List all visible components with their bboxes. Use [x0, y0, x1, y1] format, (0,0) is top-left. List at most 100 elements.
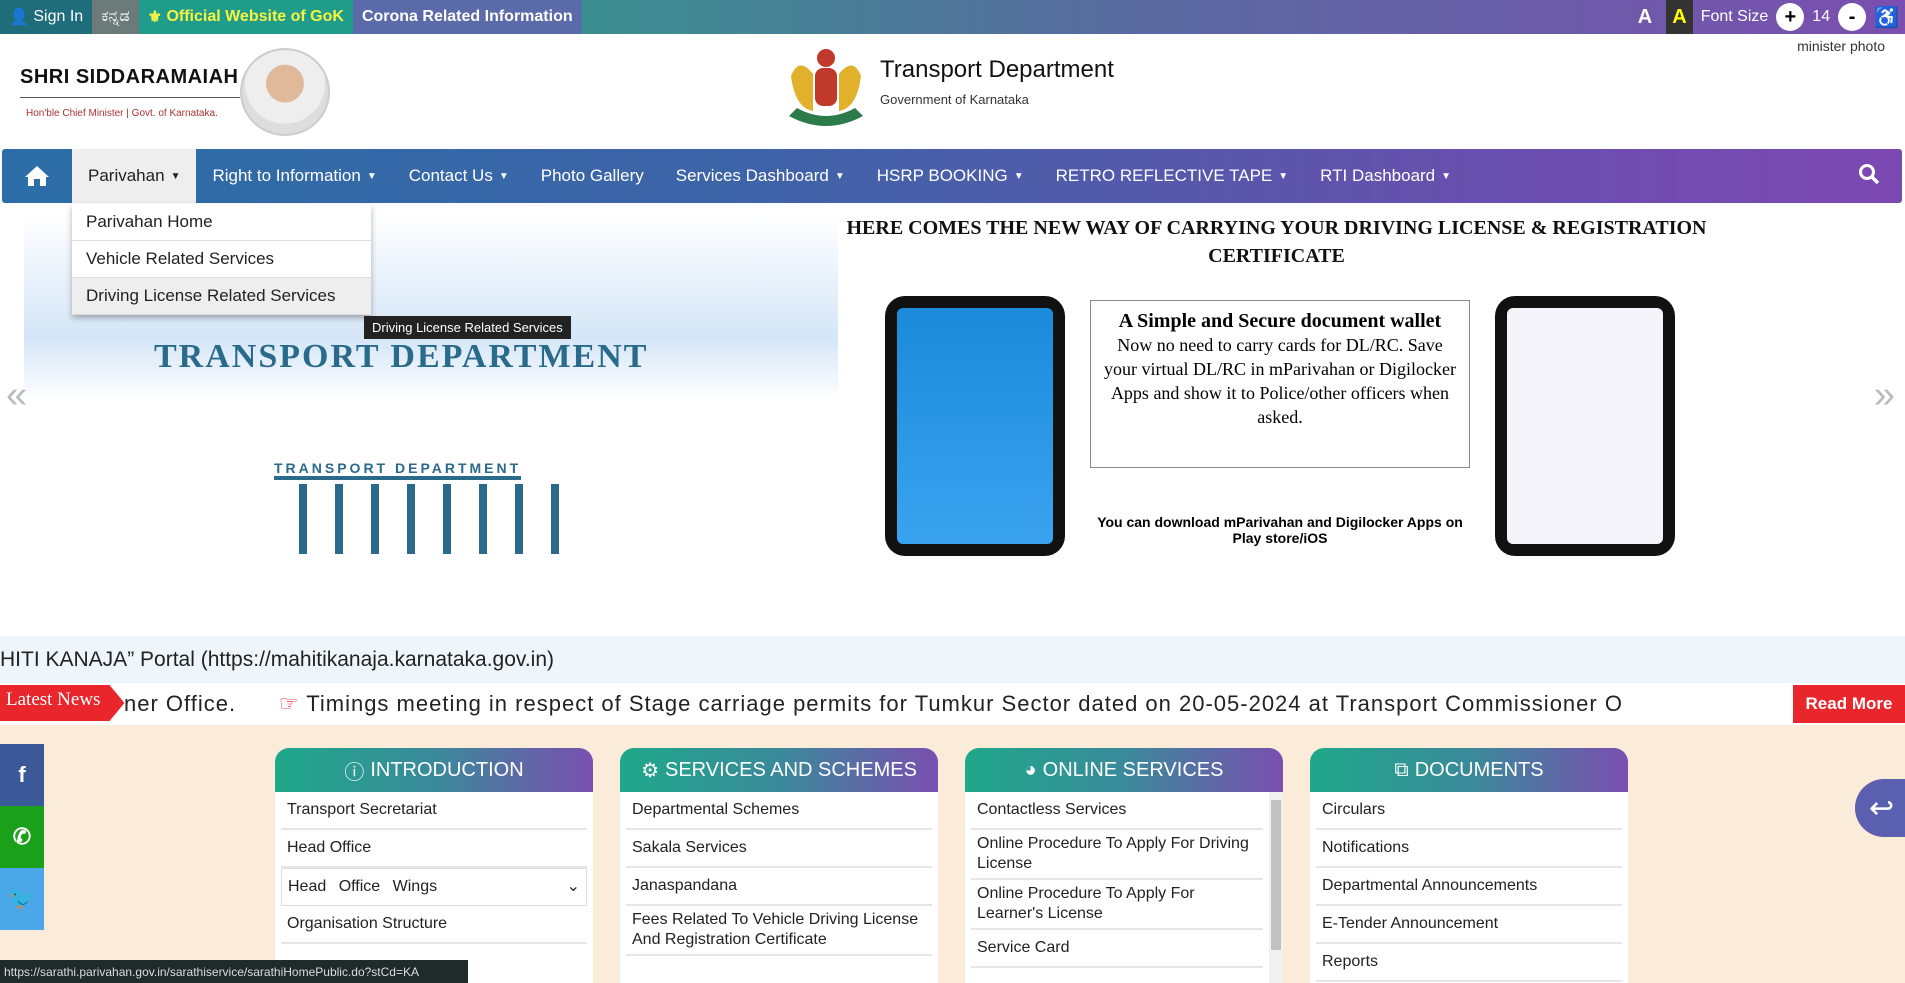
list-item[interactable]: Departmental Announcements — [1316, 868, 1622, 906]
carousel-next-icon[interactable]: » — [1874, 374, 1895, 417]
banner-left-title: TRANSPORT DEPARTMENT — [154, 338, 649, 375]
home-button[interactable] — [2, 165, 72, 187]
caret-down-icon: ▼ — [834, 170, 845, 182]
top-bar: 👤 Sign In ಕನ್ನಡ ⚜ Official Website of Go… — [0, 0, 1905, 34]
head-office-wings-dropdown[interactable]: Head Office Wings ⌄ — [281, 868, 587, 906]
accessibility-icon[interactable]: ♿ — [1874, 5, 1899, 30]
nav-contact-us[interactable]: Contact Us ▼ — [393, 149, 525, 203]
home-icon — [25, 166, 49, 186]
cm-subtitle: Hon'ble Chief Minister | Govt. of Karnat… — [26, 108, 218, 119]
caret-down-icon: ▼ — [366, 170, 377, 182]
chief-minister-block: SHRI SIDDARAMAIAH Hon'ble Chief Minister… — [20, 66, 240, 119]
caret-down-icon: ▼ — [1278, 170, 1289, 182]
back-button[interactable]: ↩ — [1855, 779, 1905, 837]
twitter-icon: 🐦 — [8, 886, 36, 911]
karnataka-emblem-logo — [789, 49, 863, 126]
sign-in-link[interactable]: 👤 Sign In — [0, 0, 93, 34]
news-text[interactable]: ner Office. ☞ Timings meeting in respect… — [124, 691, 1623, 717]
list-item[interactable]: Transport Secretariat — [281, 792, 587, 830]
twitter-share-button[interactable]: 🐦 — [0, 868, 44, 930]
main-nav: Parivahan ▼ Right to Information ▼ Contact… — [2, 149, 1902, 203]
parivahan-dropdown-menu: Parivahan Home Vehicle Related Services … — [72, 204, 371, 315]
read-more-button[interactable]: Read More — [1793, 685, 1905, 723]
cm-photo — [240, 48, 330, 136]
menu-item-parivahan-home[interactable]: Parivahan Home — [72, 204, 371, 241]
list-item[interactable]: Online Procedure To Apply For Learner's … — [971, 880, 1263, 930]
marquee-announcement[interactable]: HITI KANAJA” Portal (https://mahitikanaj… — [0, 636, 1905, 683]
nav-retro-reflective-tape[interactable]: RETRO REFLECTIVE TAPE ▼ — [1040, 149, 1305, 203]
search-button[interactable] — [1858, 163, 1902, 190]
department-title: Transport Department — [880, 56, 1114, 83]
gears-icon: ⚙ — [641, 759, 659, 782]
high-contrast-button[interactable]: A — [1666, 0, 1693, 34]
department-subtitle: Government of Karnataka — [880, 92, 1029, 107]
user-icon: 👤 — [9, 9, 34, 26]
download-text: You can download mParivahan and Digilock… — [1097, 514, 1463, 546]
info-icon: ⓘ — [344, 761, 365, 784]
caret-down-icon: ▼ — [498, 170, 509, 182]
scrollbar-thumb[interactable] — [1271, 800, 1281, 950]
scrollbar[interactable] — [1269, 792, 1283, 983]
documents-icon: ⧉ — [1394, 758, 1409, 781]
tooltip: Driving License Related Services — [364, 316, 571, 339]
kannada-language-link[interactable]: ಕನ್ನಡ — [92, 0, 139, 34]
list-item[interactable]: Organisation Structure — [281, 906, 587, 944]
latest-news-ticker: Latest News ner Office. ☞ Timings meetin… — [0, 683, 1905, 725]
nav-parivahan[interactable]: Parivahan ▼ — [72, 149, 197, 203]
list-item[interactable]: Online Procedure To Apply For Driving Li… — [971, 830, 1263, 880]
department-logo-bars — [299, 484, 579, 554]
caret-down-icon: ▼ — [1441, 170, 1452, 182]
card-introduction: ⓘ INTRODUCTION Transport Secretariat Head… — [275, 748, 593, 983]
hand-pointer-icon: ☞ — [278, 691, 300, 716]
nav-photo-gallery[interactable]: Photo Gallery — [525, 149, 660, 203]
banner-left-subtitle: TRANSPORT DEPARTMENT — [274, 460, 522, 480]
card-documents: ⧉ DOCUMENTS Circulars Notifications Depar… — [1310, 748, 1628, 983]
nav-rti-dashboard[interactable]: RTI Dashboard ▼ — [1304, 149, 1467, 203]
phone-image — [1495, 296, 1675, 556]
font-decrease-button[interactable]: - — [1838, 3, 1867, 31]
list-item[interactable]: Reports — [1316, 944, 1622, 982]
nav-right-to-information[interactable]: Right to Information ▼ — [196, 149, 392, 203]
banner-right-image: HERE COMES THE NEW WAY OF CARRYING YOUR … — [840, 214, 1713, 629]
list-item[interactable]: Circulars — [1316, 792, 1622, 830]
list-item[interactable]: Janaspandana — [626, 868, 932, 906]
phone-image — [885, 296, 1065, 556]
department-title-block: Transport Department Government of Karna… — [880, 56, 1114, 107]
banner-heading: HERE COMES THE NEW WAY OF CARRYING YOUR … — [846, 217, 1707, 267]
nav-hsrp-booking[interactable]: HSRP BOOKING ▼ — [861, 149, 1040, 203]
list-item[interactable]: Fees Related To Vehicle Driving License … — [626, 906, 932, 956]
reply-arrow-icon: ↩ — [1869, 791, 1895, 825]
facebook-share-button[interactable]: f — [0, 744, 44, 806]
font-size-label: Font Size — [1700, 8, 1769, 25]
status-bar-url: https://sarathi.parivahan.gov.in/sarathi… — [0, 960, 468, 983]
whatsapp-icon: ✆ — [12, 824, 32, 849]
normal-contrast-button[interactable]: A — [1632, 0, 1658, 34]
chevron-down-icon: ⌄ — [566, 878, 580, 895]
list-item[interactable]: E-Tender Announcement — [1316, 906, 1622, 944]
minister-photo-broken-image: minister photo — [1797, 38, 1885, 54]
card-services-and-schemes: ⚙ SERVICES AND SCHEMES Departmental Schem… — [620, 748, 938, 983]
search-icon — [1859, 163, 1880, 184]
list-item[interactable]: Head Office — [281, 830, 587, 868]
font-increase-button[interactable]: + — [1776, 3, 1805, 31]
gok-website-link[interactable]: ⚜ Official Website of GoK — [138, 0, 353, 34]
carousel-prev-icon[interactable]: « — [6, 374, 27, 417]
menu-item-driving-license-services[interactable]: Driving License Related Services — [72, 278, 371, 315]
list-item[interactable]: Departmental Schemes — [626, 792, 932, 830]
emblem-icon: ⚜ — [147, 9, 167, 26]
list-item[interactable]: Service Card — [971, 930, 1263, 968]
wallet-box: A Simple and Secure document wallet Now n… — [1090, 300, 1470, 468]
whatsapp-share-button[interactable]: ✆ — [0, 806, 44, 868]
list-item[interactable]: Sakala Services — [626, 830, 932, 868]
card-online-services: ◕ ONLINE SERVICES Contactless Services On… — [965, 748, 1283, 983]
list-item[interactable]: Notifications — [1316, 830, 1622, 868]
corona-info-link[interactable]: Corona Related Information — [352, 0, 582, 34]
nav-services-dashboard[interactable]: Services Dashboard ▼ — [660, 149, 861, 203]
cm-name: SHRI SIDDARAMAIAH — [20, 66, 240, 98]
font-size-value: 14 — [1812, 8, 1831, 25]
latest-news-label: Latest News — [0, 685, 125, 721]
list-item[interactable]: Contactless Services — [971, 792, 1263, 830]
caret-down-icon: ▼ — [170, 170, 181, 182]
globe-icon: ◕ — [1024, 758, 1037, 781]
menu-item-vehicle-services[interactable]: Vehicle Related Services — [72, 241, 371, 278]
